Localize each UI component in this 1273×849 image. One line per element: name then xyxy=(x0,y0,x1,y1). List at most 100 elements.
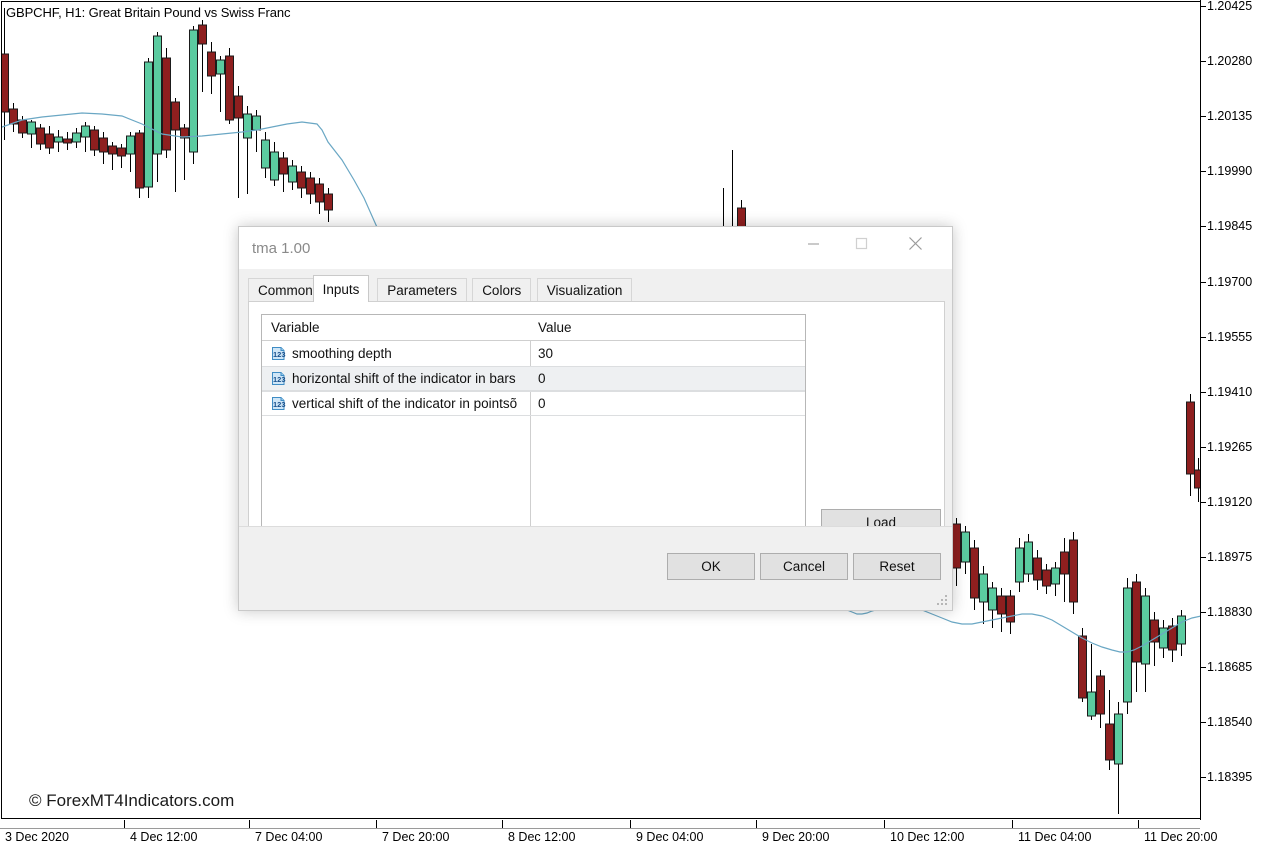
price-tick xyxy=(1200,116,1206,117)
price-tick-label: 1.19845 xyxy=(1207,219,1252,233)
price-tick xyxy=(1200,61,1206,62)
time-tick xyxy=(756,820,757,828)
dialog-tabstrip[interactable]: CommonInputs Parameters Colors Visualizatio… xyxy=(248,275,945,301)
price-tick-label: 1.19120 xyxy=(1207,495,1252,509)
number-input-icon: 123 xyxy=(271,396,286,411)
column-header-value: Value xyxy=(530,315,805,340)
price-tick-label: 1.19555 xyxy=(1207,330,1252,344)
value-cell[interactable]: 0 xyxy=(530,392,805,415)
tab-colors[interactable]: Colors xyxy=(472,278,531,301)
time-tick-label: 9 Dec 04:00 xyxy=(636,830,703,844)
tab-common[interactable]: Common xyxy=(248,278,323,301)
variable-cell: 123 horizontal shift of the indicator in … xyxy=(262,367,530,390)
price-tick xyxy=(1200,777,1206,778)
resize-grip-icon[interactable] xyxy=(936,594,949,607)
price-tick xyxy=(1200,612,1206,613)
dialog-titlebar[interactable]: tma 1.00 xyxy=(239,227,952,269)
price-tick xyxy=(1200,337,1206,338)
tab-label: Parameters xyxy=(387,283,457,298)
minimize-icon xyxy=(807,237,820,250)
time-axis-line xyxy=(0,828,1200,829)
time-tick xyxy=(249,820,250,828)
minimize-button[interactable] xyxy=(790,227,836,259)
price-tick xyxy=(1200,447,1206,448)
variable-label: horizontal shift of the indicator in bar… xyxy=(292,371,516,386)
chart-title: GBPCHF, H1: Great Britain Pound vs Swiss… xyxy=(6,5,290,20)
price-tick-label: 1.19990 xyxy=(1207,164,1252,178)
indicator-properties-dialog[interactable]: tma 1.00 CommonInputs Parameters Colors Vis… xyxy=(238,226,953,611)
tab-inputs[interactable]: Inputs xyxy=(313,275,370,302)
price-tick-label: 1.18395 xyxy=(1207,770,1252,784)
table-row[interactable]: 123 smoothing depth 30 xyxy=(262,341,805,366)
tab-label: Visualization xyxy=(547,283,623,298)
time-tick-label: 9 Dec 20:00 xyxy=(762,830,829,844)
time-tick xyxy=(1012,820,1013,828)
svg-text:123: 123 xyxy=(273,400,286,409)
price-tick-label: 1.19700 xyxy=(1207,275,1252,289)
price-tick xyxy=(1200,226,1206,227)
value-text: 30 xyxy=(538,346,553,361)
price-tick-label: 1.18540 xyxy=(1207,715,1252,729)
time-tick-label: 7 Dec 20:00 xyxy=(382,830,449,844)
column-header-variable: Variable xyxy=(262,315,530,340)
value-cell[interactable]: 30 xyxy=(530,341,805,366)
price-tick-label: 1.19265 xyxy=(1207,440,1252,454)
time-tick xyxy=(124,820,125,828)
dialog-footer: OK Cancel Reset xyxy=(239,526,952,610)
close-icon xyxy=(908,236,923,251)
time-tick xyxy=(502,820,503,828)
value-text: 0 xyxy=(538,396,546,411)
time-axis[interactable]: 3 Dec 20204 Dec 12:007 Dec 04:007 Dec 20… xyxy=(0,820,1273,849)
time-tick-label: 4 Dec 12:00 xyxy=(130,830,197,844)
price-tick xyxy=(1200,722,1206,723)
chart-watermark: © ForexMT4Indicators.com xyxy=(29,791,234,811)
price-tick xyxy=(1200,6,1206,7)
price-tick-label: 1.18685 xyxy=(1207,660,1252,674)
dialog-title: tma 1.00 xyxy=(252,240,310,257)
time-tick-label: 11 Dec 20:00 xyxy=(1144,830,1217,844)
tab-parameters[interactable]: Parameters xyxy=(377,278,467,301)
maximize-button[interactable] xyxy=(838,227,884,259)
variable-cell: 123 smoothing depth xyxy=(262,341,530,366)
price-tick xyxy=(1200,171,1206,172)
price-tick xyxy=(1200,667,1206,668)
value-cell[interactable]: 0 xyxy=(530,367,805,390)
tab-visualization[interactable]: Visualization xyxy=(537,278,633,301)
value-text: 0 xyxy=(538,371,546,386)
table-row[interactable]: 123 horizontal shift of the indicator in … xyxy=(262,366,805,391)
time-tick xyxy=(376,820,377,828)
price-tick xyxy=(1200,502,1206,503)
price-tick-label: 1.20280 xyxy=(1207,54,1252,68)
time-tick-label: 8 Dec 12:00 xyxy=(508,830,575,844)
price-tick xyxy=(1200,392,1206,393)
price-tick-label: 1.20425 xyxy=(1207,0,1252,13)
screen-root: GBPCHF, H1: Great Britain Pound vs Swiss… xyxy=(0,0,1273,849)
time-tick-label: 10 Dec 12:00 xyxy=(890,830,964,844)
time-tick xyxy=(1138,820,1139,828)
price-tick-label: 1.19410 xyxy=(1207,385,1252,399)
ok-button[interactable]: OK xyxy=(667,553,755,580)
variable-label: smoothing depth xyxy=(292,346,392,361)
number-input-icon: 123 xyxy=(271,346,286,361)
price-tick-label: 1.18830 xyxy=(1207,605,1252,619)
time-tick-label: 11 Dec 04:00 xyxy=(1018,830,1091,844)
tab-label: Inputs xyxy=(323,282,360,297)
price-tick xyxy=(1200,282,1206,283)
table-row[interactable]: 123 vertical shift of the indicator in po… xyxy=(262,391,805,416)
time-tick-label: 7 Dec 04:00 xyxy=(255,830,322,844)
price-axis[interactable]: 1.204251.202801.201351.199901.198451.197… xyxy=(1200,0,1273,820)
price-axis-line xyxy=(1200,0,1201,820)
time-tick xyxy=(630,820,631,828)
close-button[interactable] xyxy=(892,227,938,259)
inputs-table[interactable]: Variable Value 123 smoothing depth 30 123 ho… xyxy=(261,314,806,549)
variable-cell: 123 vertical shift of the indicator in po… xyxy=(262,392,530,415)
number-input-icon: 123 xyxy=(271,371,286,386)
cancel-button[interactable]: Cancel xyxy=(760,553,848,580)
table-body: 123 smoothing depth 30 123 horizontal shift … xyxy=(262,341,805,416)
variable-label: vertical shift of the indicator in point… xyxy=(292,396,517,411)
price-tick-label: 1.18975 xyxy=(1207,550,1252,564)
reset-button[interactable]: Reset xyxy=(853,553,941,580)
maximize-icon xyxy=(855,237,868,250)
dialog-tab-panel: Variable Value 123 smoothing depth 30 123 ho… xyxy=(248,301,945,527)
price-tick xyxy=(1200,557,1206,558)
